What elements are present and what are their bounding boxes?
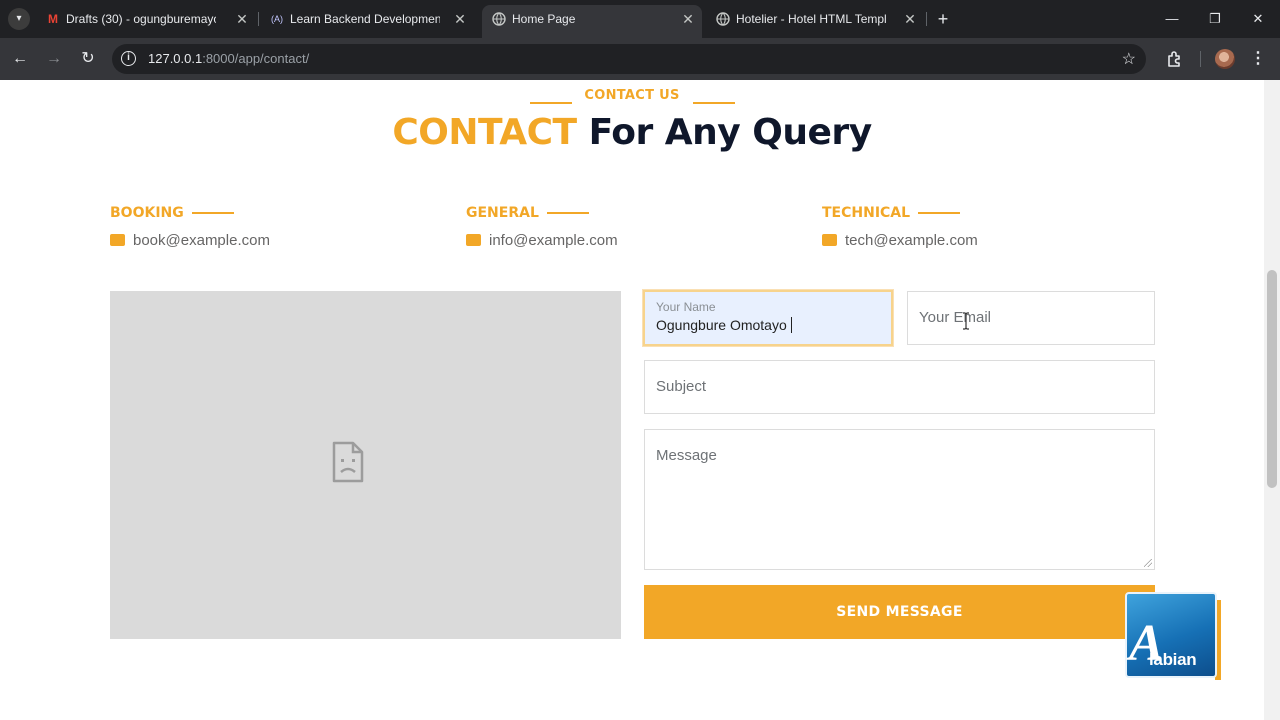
extensions-puzzle-icon[interactable] xyxy=(1166,50,1184,68)
tab-search-button[interactable]: ▾ xyxy=(8,8,30,30)
logo-text: labian xyxy=(1149,650,1197,669)
more-menu-icon[interactable]: ⋮ xyxy=(1250,48,1266,70)
contact-email: tech@example.com xyxy=(845,232,978,249)
map-embed-placeholder xyxy=(110,291,621,639)
tab-title: Hotelier - Hotel HTML Template xyxy=(736,12,886,26)
close-tab-icon[interactable]: ✕ xyxy=(452,6,468,32)
name-field[interactable]: Your Name Ogungbure Omotayo xyxy=(643,290,893,346)
section-subtitle: CONTACT US xyxy=(584,88,680,103)
channel-logo-watermark: A labian xyxy=(1125,592,1221,682)
text-caret xyxy=(790,317,792,333)
contact-email: info@example.com xyxy=(489,232,618,249)
contact-title: TECHNICAL xyxy=(822,205,911,221)
url-text[interactable]: 127.0.0.1:8000/app/contact/ xyxy=(148,51,309,66)
email-field-placeholder: Your Email xyxy=(919,309,991,326)
close-tab-icon[interactable]: ✕ xyxy=(902,6,918,32)
contact-booking: BOOKING book@example.com xyxy=(110,204,270,249)
contact-title: GENERAL xyxy=(466,205,539,221)
browser-toolbar: ← → ↻ i 127.0.0.1:8000/app/contact/ ☆ ⋮ xyxy=(0,38,1280,80)
angular-icon: (A) xyxy=(271,14,283,24)
message-textarea[interactable]: Message xyxy=(644,429,1155,570)
tab-backend-course[interactable]: (A) Learn Backend Development by ✕ xyxy=(260,6,474,32)
browser-tab-bar: ▾ M Drafts (30) - ogungburemayowa ✕ (A) … xyxy=(0,0,1280,38)
tab-hotelier-template[interactable]: Hotelier - Hotel HTML Template ✕ xyxy=(706,6,924,32)
subject-field[interactable]: Subject xyxy=(644,360,1155,414)
resize-handle-icon[interactable] xyxy=(1144,559,1152,567)
subtitle-line-left xyxy=(530,102,572,104)
page-title: CONTACT For Any Query xyxy=(0,112,1264,153)
close-tab-icon[interactable]: ✕ xyxy=(680,5,696,33)
close-tab-icon[interactable]: ✕ xyxy=(234,6,250,32)
gmail-icon: M xyxy=(48,12,58,26)
profile-avatar[interactable] xyxy=(1215,49,1235,69)
tab-gmail-drafts[interactable]: M Drafts (30) - ogungburemayowa ✕ xyxy=(36,6,256,32)
tab-title: Learn Backend Development by xyxy=(290,12,440,26)
title-underline xyxy=(546,211,589,214)
close-window-icon[interactable]: ✕ xyxy=(1246,8,1270,30)
page-title-highlight: CONTACT xyxy=(392,112,577,153)
sad-document-icon xyxy=(332,441,364,483)
page-viewport: CONTACT US CONTACT For Any Query BOOKING… xyxy=(0,80,1280,720)
envelope-open-icon xyxy=(822,234,837,246)
site-info-icon[interactable]: i xyxy=(121,51,136,66)
back-arrow-icon[interactable]: ← xyxy=(9,48,31,70)
forward-arrow-icon[interactable]: → xyxy=(43,48,65,70)
globe-icon xyxy=(716,12,730,26)
tab-home-page[interactable]: Home Page ✕ xyxy=(482,5,702,38)
url-host: 127.0.0.1 xyxy=(148,51,203,66)
page-scrollbar[interactable] xyxy=(1264,80,1280,720)
page-title-rest: For Any Query xyxy=(576,112,873,153)
contact-general: GENERAL info@example.com xyxy=(466,204,618,249)
mouse-ibeam-cursor-icon xyxy=(963,312,969,330)
title-underline xyxy=(918,211,961,214)
title-underline xyxy=(191,211,234,214)
envelope-open-icon xyxy=(110,234,125,246)
contact-title: BOOKING xyxy=(110,205,184,221)
envelope-open-icon xyxy=(466,234,481,246)
tab-separator xyxy=(258,12,259,26)
bookmark-star-icon[interactable]: ☆ xyxy=(1122,49,1136,69)
name-field-value: Ogungbure Omotayo xyxy=(656,317,787,333)
new-tab-button[interactable]: + xyxy=(932,8,954,30)
subtitle-line-right xyxy=(693,102,735,104)
name-field-label: Your Name xyxy=(656,300,716,314)
email-field[interactable]: Your Email xyxy=(907,291,1155,345)
reload-icon[interactable]: ↻ xyxy=(77,48,99,70)
url-path: :8000/app/contact/ xyxy=(202,51,310,66)
message-field-placeholder: Message xyxy=(656,447,717,464)
address-bar[interactable]: i 127.0.0.1:8000/app/contact/ ☆ xyxy=(112,44,1146,74)
restore-icon[interactable]: ❐ xyxy=(1203,8,1227,30)
minimize-icon[interactable]: — xyxy=(1160,8,1184,30)
logo-box: A labian xyxy=(1125,592,1217,678)
subject-field-placeholder: Subject xyxy=(656,378,707,395)
globe-icon xyxy=(492,12,506,26)
tab-title: Home Page xyxy=(512,12,576,26)
tab-separator xyxy=(926,12,927,26)
section-subtitle-row: CONTACT US xyxy=(0,86,1264,104)
scrollbar-thumb[interactable] xyxy=(1267,270,1277,488)
toolbar-divider xyxy=(1200,51,1201,67)
contact-technical: TECHNICAL tech@example.com xyxy=(822,204,978,249)
send-message-button[interactable]: SEND MESSAGE xyxy=(644,585,1155,639)
tab-title: Drafts (30) - ogungburemayowa xyxy=(66,12,216,26)
contact-email: book@example.com xyxy=(133,232,270,249)
